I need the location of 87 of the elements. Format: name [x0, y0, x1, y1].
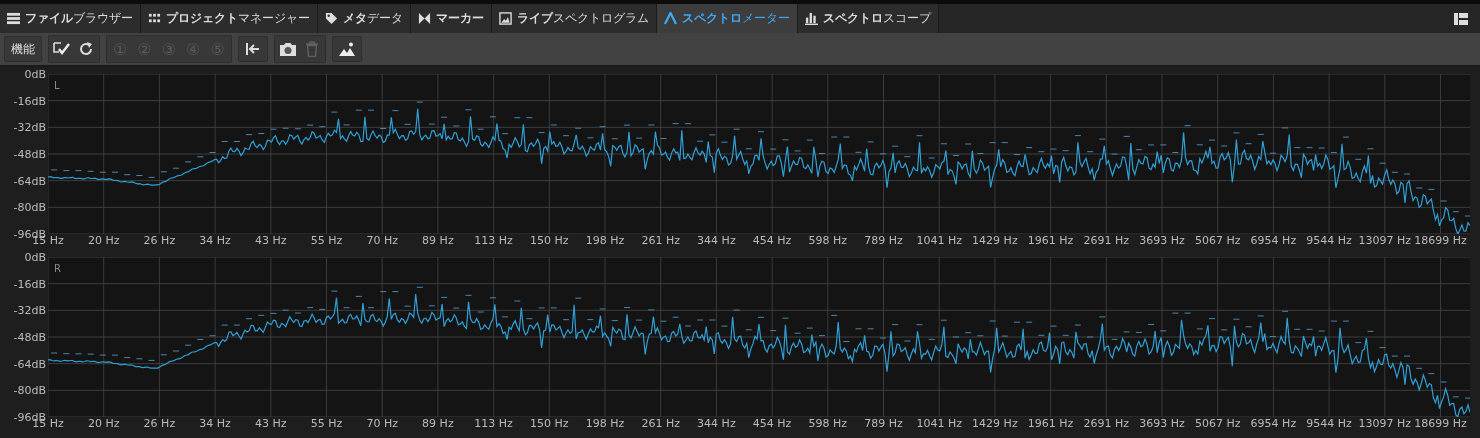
axis-label: -80dB	[13, 384, 46, 396]
axis-label: -32dB	[13, 304, 46, 316]
axis-label: 0dB	[24, 251, 46, 263]
axis-label: 9544 Hz	[1306, 235, 1352, 246]
axis-label: 2691 Hz	[1083, 418, 1130, 429]
axis-label: 89 Hz	[422, 235, 454, 246]
tab[interactable]: マーカー	[411, 4, 492, 33]
tab[interactable]: プロジェクトマネージャー	[141, 4, 318, 33]
axis-label: 5067 Hz	[1194, 418, 1241, 429]
axis-label: 55 Hz	[310, 235, 343, 246]
axis-label: 34 Hz	[199, 418, 231, 429]
axis-label: 43 Hz	[255, 235, 287, 246]
axis-label: 150 Hz	[530, 418, 569, 429]
axis-label: 3693 Hz	[1139, 235, 1185, 246]
axis-label: 3693 Hz	[1139, 418, 1185, 429]
axis-label: 1429 Hz	[972, 418, 1018, 429]
axis-label: 1041 Hz	[916, 418, 962, 429]
axis-label: 598 Hz	[808, 235, 848, 246]
image-icon	[499, 12, 512, 25]
axis-label: 18699 Hz	[1414, 235, 1467, 246]
checklist-icon[interactable]	[53, 41, 71, 57]
menu-icon	[7, 12, 20, 25]
channel-label: L	[54, 80, 60, 91]
axis-label: 198 Hz	[585, 418, 625, 429]
channel-label: R	[54, 263, 61, 274]
camera-icon[interactable]	[278, 41, 297, 57]
axis-label: 344 Hz	[697, 418, 736, 429]
axis-label: 261 Hz	[641, 418, 680, 429]
axis-label: 13097 Hz	[1358, 235, 1412, 246]
bowtie-icon	[418, 12, 431, 25]
tab[interactable]: スペクトロスコープ	[798, 4, 939, 33]
axis-label: 43 Hz	[255, 418, 287, 429]
axis-label: 789 Hz	[864, 235, 903, 246]
axis-label: 13097 Hz	[1358, 418, 1412, 429]
function-button[interactable]: 機能	[4, 36, 42, 62]
redo-icon[interactable]	[77, 41, 95, 57]
layout-icon[interactable]	[1454, 12, 1468, 25]
axis-label: -48dB	[13, 148, 46, 160]
axis-label: -16dB	[13, 95, 46, 107]
axis-label: -48dB	[13, 331, 46, 343]
axis-label: 113 Hz	[474, 235, 513, 246]
axis-label: 18699 Hz	[1414, 418, 1467, 429]
axis-label: 34 Hz	[199, 235, 231, 246]
axis-label: 454 Hz	[752, 418, 792, 429]
axis-label: 26 Hz	[143, 418, 176, 429]
axis-label: 5067 Hz	[1194, 235, 1241, 246]
axis-label: 789 Hz	[864, 418, 903, 429]
axis-label: 0dB	[24, 68, 46, 80]
axis-label: 9544 Hz	[1306, 418, 1352, 429]
axis-label: 113 Hz	[474, 418, 513, 429]
axis-label: -16dB	[13, 278, 46, 290]
axis-label: 1961 Hz	[1027, 418, 1074, 429]
axis-label: -80dB	[13, 201, 46, 213]
axis-label: 1429 Hz	[972, 235, 1018, 246]
landscape-icon	[337, 41, 356, 57]
axis-label: 1041 Hz	[916, 235, 962, 246]
axis-label: 6954 Hz	[1250, 418, 1297, 429]
axis-label: 1961 Hz	[1027, 235, 1074, 246]
axis-label: 261 Hz	[641, 235, 680, 246]
tag-icon	[325, 12, 338, 25]
grid-icon	[148, 12, 161, 25]
axis-label: 150 Hz	[530, 235, 569, 246]
tab[interactable]: メタデータ	[318, 4, 411, 33]
image-button[interactable]	[331, 36, 362, 62]
axis-label: 6954 Hz	[1250, 235, 1297, 246]
axis-label: -64dB	[13, 175, 46, 187]
tab[interactable]: スペクトロメーター	[657, 4, 798, 33]
arrow-to-line-icon	[243, 41, 262, 57]
axis-label: 344 Hz	[697, 235, 736, 246]
axis-label: -32dB	[13, 121, 46, 133]
axis-label: 454 Hz	[752, 235, 792, 246]
axis-label: 598 Hz	[808, 418, 848, 429]
peak-icon	[664, 12, 677, 25]
axis-label: 55 Hz	[310, 418, 343, 429]
axis-label: 89 Hz	[422, 418, 454, 429]
tab[interactable]: ライブスペクトログラム	[492, 4, 657, 33]
tab[interactable]: ファイルブラウザー	[0, 4, 141, 33]
axis-label: 26 Hz	[143, 235, 176, 246]
axis-label: 198 Hz	[585, 235, 625, 246]
axis-label: 20 Hz	[87, 235, 120, 246]
axis-label: 20 Hz	[87, 418, 120, 429]
jump-start-button[interactable]	[237, 36, 268, 62]
axis-label: 70 Hz	[366, 235, 398, 246]
axis-label: -64dB	[13, 358, 46, 370]
axis-label: 2691 Hz	[1083, 235, 1130, 246]
bar-chart-icon	[805, 12, 818, 25]
axis-label: 70 Hz	[366, 418, 398, 429]
